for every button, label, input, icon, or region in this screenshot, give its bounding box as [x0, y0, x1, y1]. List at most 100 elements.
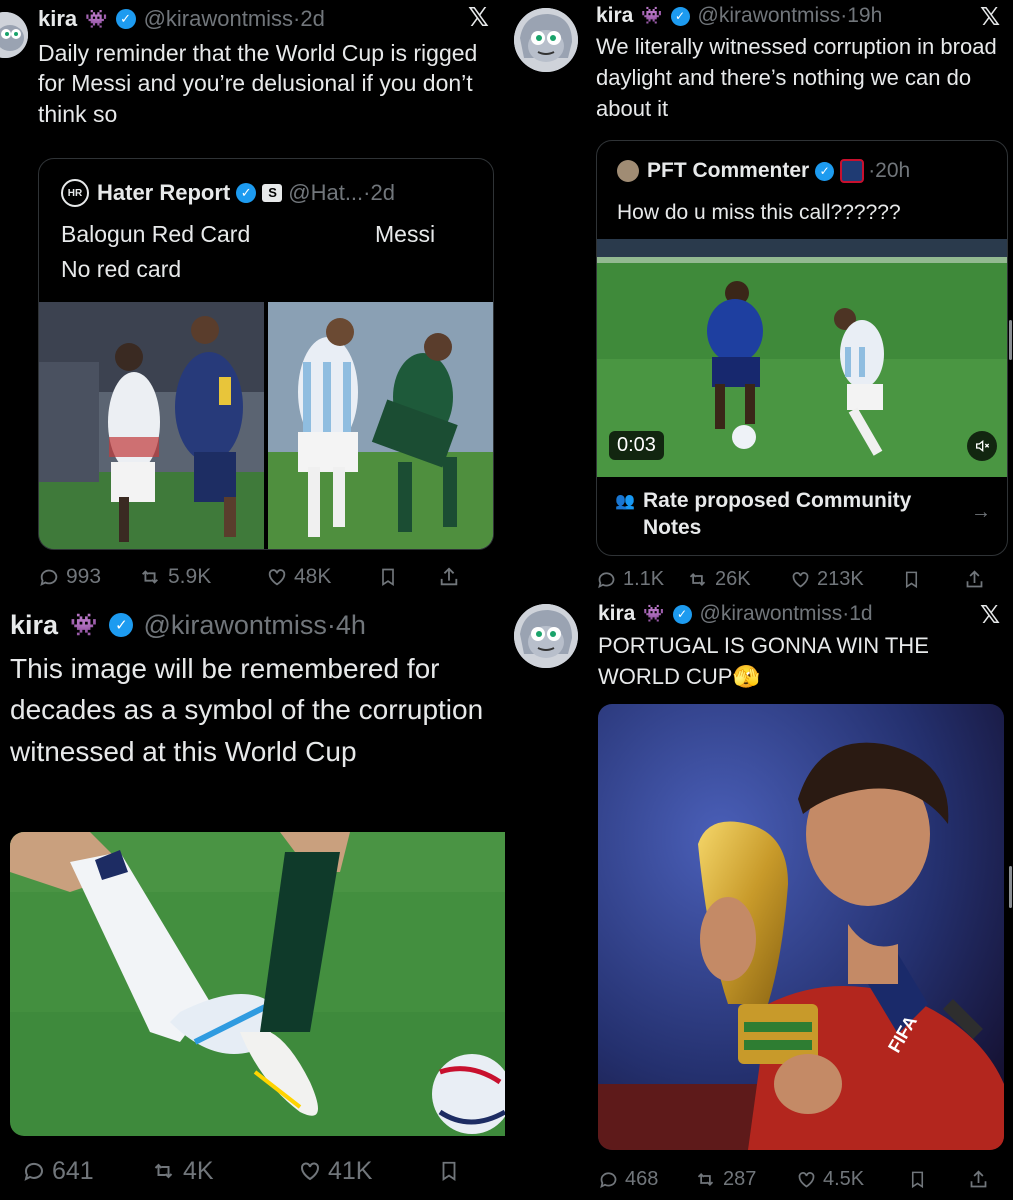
quote-text: How do u miss this call?????? [617, 201, 901, 224]
reply-button[interactable]: 1.1K [596, 568, 686, 591]
community-notes-link[interactable]: 👥 Rate proposed Community Notes → [597, 481, 1007, 555]
post-panel-4: kira 👾 ✓ @kirawontmiss ·1d 𝕏 PORTUGAL IS… [506, 596, 1013, 1200]
post-time[interactable]: ·2d [293, 6, 325, 32]
avatar[interactable] [514, 8, 578, 72]
post-time[interactable]: ·19h [840, 4, 882, 28]
action-bar: 641 4K 41K [22, 1154, 492, 1188]
repost-button[interactable]: 4K [150, 1157, 298, 1186]
post-time[interactable]: ·1d [842, 602, 872, 626]
quote-avatar [617, 160, 639, 182]
author-handle[interactable]: @kirawontmiss [143, 610, 326, 641]
quote-author-name: Hater Report [97, 180, 231, 205]
post-image-trophy[interactable]: FIFA [598, 704, 1004, 1150]
x-logo-icon: 𝕏 [980, 3, 1001, 31]
share-button[interactable] [438, 566, 466, 588]
author-name[interactable]: kira [596, 4, 633, 28]
reply-icon [40, 569, 58, 587]
alien-emoji-icon: 👾 [70, 612, 98, 637]
community-notes-label: Rate proposed Community Notes [643, 489, 912, 540]
post-text-content: PORTUGAL IS GONNA WIN THE WORLD CUP [598, 633, 929, 690]
reply-button[interactable]: 993 [38, 565, 138, 589]
like-button[interactable]: 48K [266, 565, 378, 589]
quote-caption-left-2: No red card [61, 256, 182, 282]
author-name[interactable]: kira [10, 610, 58, 641]
post-header: kira 👾 ✓ @kirawontmiss ·19h [596, 2, 882, 30]
like-button[interactable]: 41K [298, 1157, 438, 1186]
repost-count: 26K [715, 567, 751, 590]
heart-icon [792, 571, 809, 588]
quote-author-name: PFT Commenter [647, 159, 810, 182]
quote-caption-right: Messi [375, 221, 436, 247]
post-time[interactable]: ·4h [327, 610, 366, 641]
reply-count: 641 [52, 1156, 94, 1185]
avatar[interactable] [0, 12, 28, 58]
repost-count: 5.9K [168, 565, 212, 588]
share-button[interactable] [964, 569, 991, 590]
repost-count: 287 [723, 1167, 757, 1190]
repost-icon [689, 572, 706, 586]
author-handle[interactable]: @kirawontmiss [700, 602, 843, 626]
repost-button[interactable]: 26K [686, 568, 790, 591]
post-panel-1: kira 👾 ✓ @kirawontmiss ·2d 𝕏 Daily remin… [0, 0, 506, 596]
verified-badge-icon: ✓ [236, 183, 257, 203]
hater-report-logo-icon: HR [61, 179, 89, 207]
bookmark-button[interactable] [438, 1159, 466, 1183]
bookmark-icon [442, 1161, 456, 1181]
repost-icon [697, 1172, 714, 1186]
heart-icon [268, 569, 286, 586]
post-panel-2: kira 👾 ✓ @kirawontmiss ·19h 𝕏 We literal… [506, 0, 1013, 596]
photo-red-card[interactable] [39, 302, 264, 549]
repost-button[interactable]: 5.9K [138, 565, 266, 589]
scrollbar[interactable] [1009, 320, 1012, 360]
author-handle[interactable]: @kirawontmiss [698, 4, 841, 28]
quoted-post[interactable]: HR Hater Report ✓ S @Hat... ·2d Balogun … [38, 158, 494, 550]
quote-time: ·20h [868, 159, 911, 182]
quoted-post[interactable]: PFT Commenter ✓ ·20h How do u miss this … [596, 140, 1008, 556]
like-count: 48K [294, 565, 332, 588]
reply-count: 993 [66, 565, 102, 588]
bookmark-icon [382, 568, 394, 587]
scrollbar[interactable] [1009, 866, 1012, 908]
heart-icon [301, 1162, 319, 1181]
repost-count: 4K [183, 1156, 214, 1185]
muted-speaker-icon [976, 439, 990, 453]
bookmark-button[interactable] [902, 569, 964, 590]
author-handle[interactable]: @kirawontmiss [144, 6, 293, 32]
like-count: 4.5K [823, 1167, 865, 1190]
photo-messi[interactable] [268, 302, 493, 549]
like-button[interactable]: 4.5K [796, 1168, 908, 1191]
bookmark-button[interactable] [378, 566, 438, 588]
reply-button[interactable]: 468 [598, 1168, 694, 1191]
bookmark-button[interactable] [908, 1169, 968, 1190]
mute-button[interactable] [967, 431, 997, 461]
action-bar: 468 287 4.5K [598, 1164, 1010, 1194]
quote-header: HR Hater Report ✓ S @Hat... ·2d [61, 179, 395, 207]
repost-icon [142, 570, 158, 584]
heart-icon [798, 1171, 815, 1188]
collage-divider-vertical [505, 0, 507, 1200]
reply-button[interactable]: 641 [22, 1157, 150, 1186]
like-count: 41K [328, 1156, 373, 1185]
post-text: We literally witnessed corruption in bro… [596, 34, 997, 121]
collage-divider-horizontal [0, 595, 1013, 597]
like-button[interactable]: 213K [790, 568, 902, 591]
verified-badge-icon: ✓ [109, 613, 134, 637]
bookmark-icon [905, 571, 918, 588]
post-image-cleats[interactable] [10, 832, 506, 1136]
alien-emoji-icon: 👾 [643, 604, 665, 623]
share-icon [966, 569, 983, 587]
action-bar: 993 5.9K 48K [38, 562, 498, 592]
share-button[interactable] [968, 1169, 995, 1190]
video-player[interactable]: 0:03 [597, 239, 1007, 477]
avatar[interactable] [514, 604, 578, 668]
like-count: 213K [817, 567, 864, 590]
quote-time: ·2d [363, 180, 395, 205]
verified-badge-icon: ✓ [672, 604, 692, 624]
affiliate-badge-icon: S [262, 184, 283, 202]
author-name[interactable]: kira [38, 6, 77, 32]
author-name[interactable]: kira [598, 602, 635, 626]
post-header: kira 👾 ✓ @kirawontmiss ·4h [10, 608, 366, 642]
reply-icon [600, 1171, 617, 1188]
repost-button[interactable]: 287 [694, 1168, 796, 1191]
x-logo-icon: 𝕏 [468, 2, 489, 32]
